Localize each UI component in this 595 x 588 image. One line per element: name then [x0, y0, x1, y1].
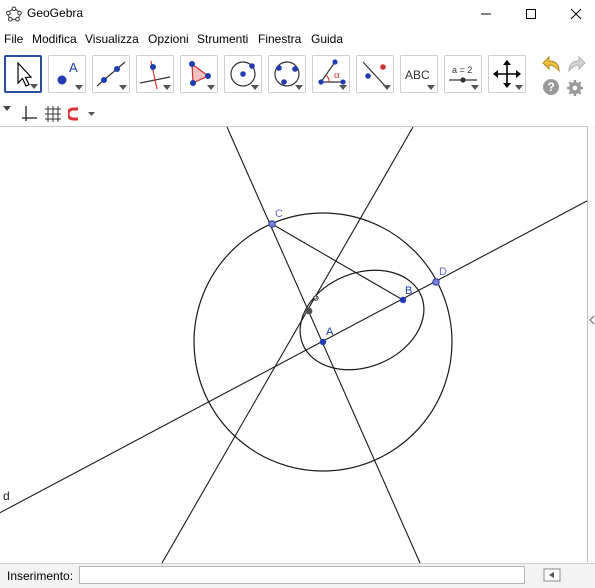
input-field[interactable] [79, 566, 525, 584]
gear-icon[interactable] [566, 79, 584, 97]
menu-strumenti[interactable]: Strumenti [197, 32, 248, 46]
label-p: P [313, 296, 318, 303]
undo-icon[interactable] [541, 54, 563, 74]
point-d[interactable] [432, 278, 440, 286]
keyboard-toggle-icon[interactable] [543, 567, 561, 583]
close-button[interactable] [553, 0, 595, 28]
label-a: A [326, 326, 334, 338]
minimize-icon [481, 13, 491, 15]
label-d-line: d [3, 489, 10, 503]
menu-opzioni[interactable]: Opzioni [148, 32, 189, 46]
slider-tool-label: a = 2 [452, 65, 472, 75]
line-through-p[interactable] [161, 126, 414, 564]
input-bar: Inserimento: [0, 563, 595, 588]
label-d: D [439, 266, 447, 278]
point-tool-button[interactable]: A [48, 55, 86, 93]
circle-three-points-tool-button[interactable] [268, 55, 306, 93]
menu-modifica[interactable]: Modifica [32, 32, 77, 46]
polygon-tool-button[interactable] [180, 55, 218, 93]
geometry-canvas[interactable]: C D B A P d [0, 126, 595, 564]
slider-tool-button[interactable]: a = 2 [444, 55, 482, 93]
window-title: GeoGebra [27, 6, 84, 20]
title-bar: GeoGebra [0, 0, 595, 28]
dropdown-indicator [30, 84, 38, 89]
menu-file[interactable]: File [4, 32, 23, 46]
angle-tool-button[interactable]: α [312, 55, 350, 93]
point-center[interactable] [305, 307, 313, 315]
maximize-icon [526, 9, 536, 19]
line-tool-button[interactable] [92, 55, 130, 93]
text-tool-label: ABC [405, 68, 430, 82]
point-b[interactable] [399, 296, 407, 304]
style-bar [0, 103, 595, 125]
perpendicular-tool-button[interactable] [136, 55, 174, 93]
label-b: B [405, 285, 412, 297]
move-tool-button[interactable] [4, 55, 42, 93]
minimize-button[interactable] [463, 0, 509, 28]
point-tool-label: A [69, 60, 78, 75]
label-c: C [275, 208, 283, 220]
magnet-snap-icon[interactable] [68, 107, 96, 121]
geogebra-logo-icon [6, 6, 22, 22]
menu-bar: File Modifica Visualizza Opzioni Strumen… [0, 30, 595, 48]
expand-panel-icon[interactable] [589, 315, 595, 325]
menu-visualizza[interactable]: Visualizza [85, 32, 139, 46]
input-label: Inserimento: [7, 569, 74, 583]
menu-guida[interactable]: Guida [311, 32, 343, 46]
right-panel-bar[interactable] [587, 126, 595, 562]
angle-tool-label: α [334, 69, 340, 81]
circle-center-tool-button[interactable] [224, 55, 262, 93]
help-button[interactable]: ? [543, 79, 559, 95]
menu-finestra[interactable]: Finestra [258, 32, 301, 46]
axes-toggle-icon[interactable] [20, 105, 38, 123]
text-tool-button[interactable]: ABC [400, 55, 438, 93]
redo-icon[interactable] [565, 54, 587, 74]
graphics-view[interactable]: C D B A P d [0, 126, 595, 564]
point-c[interactable] [268, 220, 276, 228]
maximize-button[interactable] [508, 0, 554, 28]
line-d[interactable] [0, 194, 595, 518]
close-icon [570, 8, 582, 20]
stylebar-toggle-icon[interactable] [3, 106, 11, 112]
move-view-tool-button[interactable] [488, 55, 526, 93]
point-a[interactable] [319, 338, 327, 346]
grid-toggle-icon[interactable] [44, 105, 62, 123]
reflect-tool-button[interactable] [356, 55, 394, 93]
segment-cb[interactable] [271, 223, 404, 301]
